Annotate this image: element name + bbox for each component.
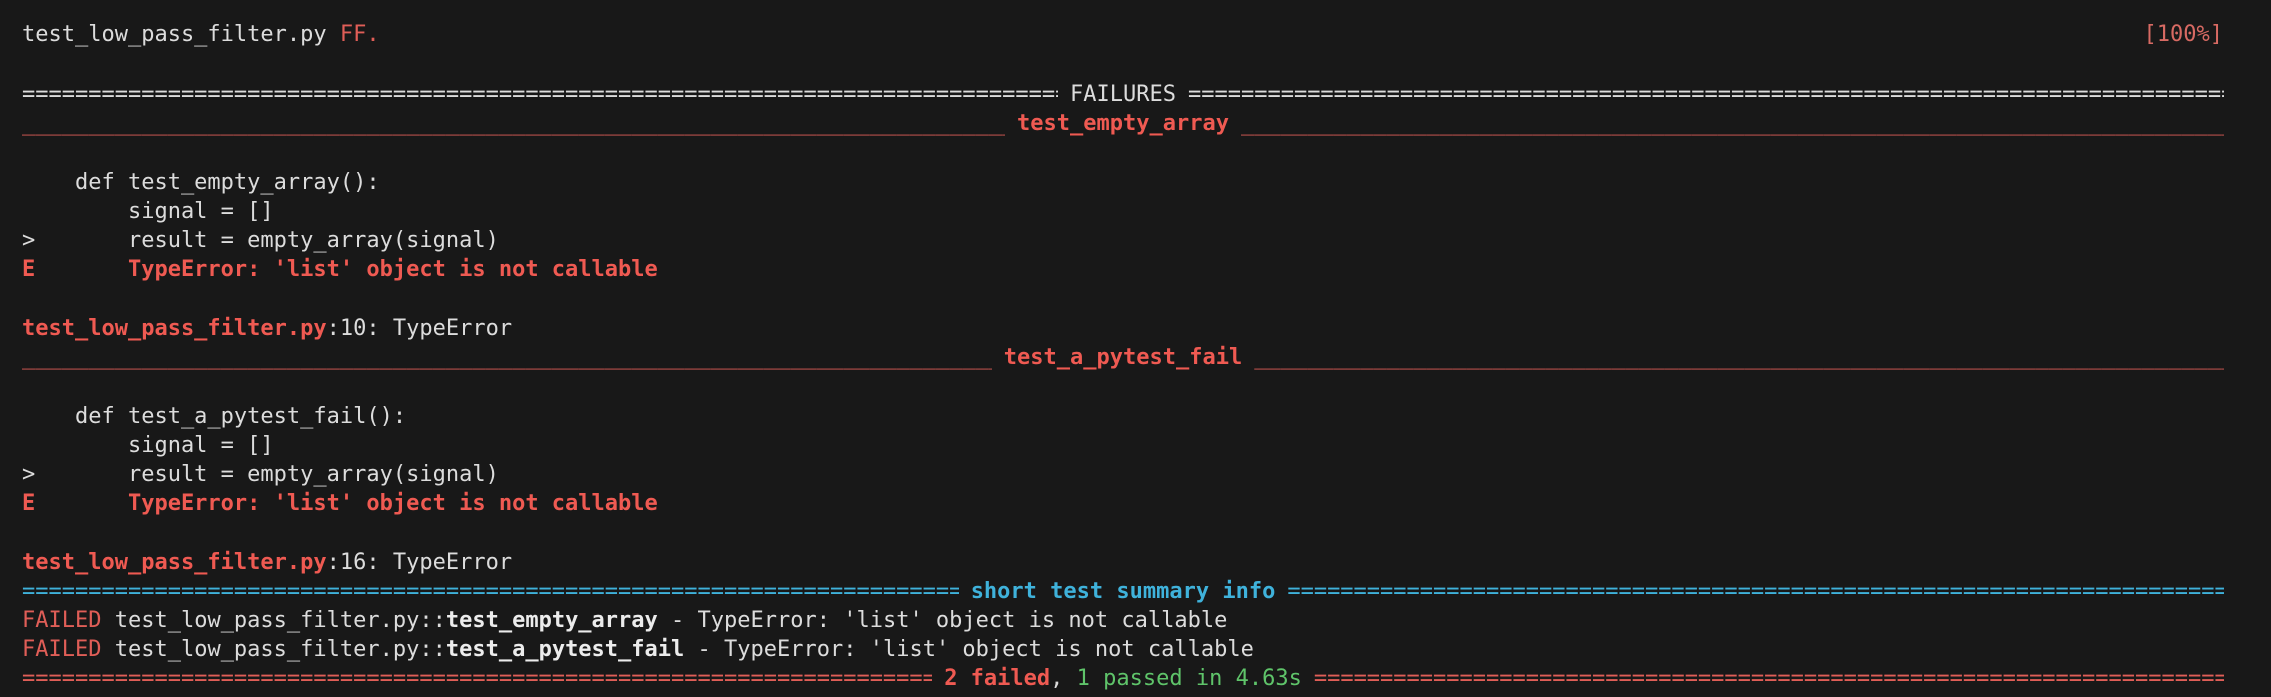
location-detail: :16: TypeError bbox=[326, 550, 513, 575]
summary-row: FAILED test_low_pass_filter.py::test_emp… bbox=[22, 606, 1227, 635]
location-file: test_low_pass_filter.py bbox=[22, 316, 327, 341]
result-separator: ========================================… bbox=[22, 664, 2224, 693]
test-section-name: test_a_pytest_fail bbox=[1003, 345, 1243, 370]
result-summary: 2 failed, 1 passed in 4.63s bbox=[932, 664, 1314, 693]
error-location: test_low_pass_filter.py:10: TypeError bbox=[22, 314, 512, 343]
progress-line: test_low_pass_filter.py FF. bbox=[22, 20, 380, 49]
error-message: TypeError: 'list' object is not callable bbox=[22, 257, 658, 282]
code-line: signal = [] bbox=[22, 431, 274, 460]
separator-rule: ========================================… bbox=[1287, 579, 2225, 604]
test-name: test_a_pytest_fail bbox=[445, 637, 685, 662]
separator-rule: ========================================… bbox=[1313, 666, 2225, 691]
status-label: FAILED bbox=[22, 608, 102, 633]
test-file-name: test_low_pass_filter.py bbox=[22, 22, 327, 47]
summary-title: short test summary info bbox=[970, 579, 1276, 604]
code-line-failing: > result = empty_array(signal) bbox=[22, 460, 499, 489]
terminal-window: test_low_pass_filter.py FF. [100%] =====… bbox=[0, 0, 2271, 697]
summary-row: FAILED test_low_pass_filter.py::test_a_p… bbox=[22, 635, 1254, 664]
code-text: result = empty_array(signal) bbox=[22, 228, 499, 253]
code-line: def test_a_pytest_fail(): bbox=[22, 402, 406, 431]
separator-rule: ________________________________________… bbox=[22, 111, 1006, 136]
error-location: test_low_pass_filter.py:16: TypeError bbox=[22, 548, 512, 577]
code-text: result = empty_array(signal) bbox=[22, 462, 499, 487]
test-section-name: test_empty_array bbox=[1017, 111, 1229, 136]
code-text: signal = [] bbox=[22, 433, 274, 458]
test-markers: FF. bbox=[339, 22, 380, 47]
separator-rule: ========================================… bbox=[22, 82, 1058, 107]
failures-separator: ========================================… bbox=[22, 80, 2224, 109]
code-text: def test_empty_array(): bbox=[22, 170, 380, 195]
separator-rule: ========================================… bbox=[1187, 82, 2224, 107]
separator-rule: ========================================… bbox=[22, 666, 933, 691]
error-marker: E bbox=[22, 491, 36, 516]
failure-pointer: > bbox=[22, 462, 36, 487]
code-text: signal = [] bbox=[22, 199, 274, 224]
error-message: TypeError: 'list' object is not callable bbox=[22, 491, 658, 516]
status-label: FAILED bbox=[22, 637, 102, 662]
error-marker: E bbox=[22, 257, 36, 282]
failure-message: - TypeError: 'list' object is not callab… bbox=[657, 608, 1228, 633]
failure-message: - TypeError: 'list' object is not callab… bbox=[684, 637, 1254, 662]
test-section-header: ________________________________________… bbox=[22, 343, 2224, 372]
failed-count: 2 failed bbox=[944, 666, 1051, 691]
code-line: def test_empty_array(): bbox=[22, 168, 380, 197]
failures-title: FAILURES bbox=[1070, 82, 1176, 107]
separator-rule: ________________________________________… bbox=[22, 345, 992, 370]
result-comma: , bbox=[1050, 666, 1064, 691]
error-line: E TypeError: 'list' object is not callab… bbox=[22, 489, 658, 518]
separator-rule: ________________________________________… bbox=[1254, 345, 2225, 370]
code-line: signal = [] bbox=[22, 197, 274, 226]
error-line: E TypeError: 'list' object is not callab… bbox=[22, 255, 658, 284]
test-name: test_empty_array bbox=[445, 608, 658, 633]
code-text: def test_a_pytest_fail(): bbox=[22, 404, 407, 429]
test-section-header: ________________________________________… bbox=[22, 109, 2224, 138]
test-path: test_low_pass_filter.py:: bbox=[101, 637, 446, 662]
location-file: test_low_pass_filter.py bbox=[22, 550, 327, 575]
separator-rule: ________________________________________… bbox=[1240, 111, 2225, 136]
passed-count: 1 passed in 4.63s bbox=[1063, 666, 1302, 691]
progress-percent: [100%] bbox=[2143, 22, 2223, 47]
code-line-failing: > result = empty_array(signal) bbox=[22, 226, 499, 255]
location-detail: :10: TypeError bbox=[326, 316, 513, 341]
test-path: test_low_pass_filter.py:: bbox=[101, 608, 446, 633]
separator-rule: ========================================… bbox=[22, 579, 959, 604]
summary-separator: ========================================… bbox=[22, 577, 2224, 606]
failure-pointer: > bbox=[22, 228, 36, 253]
